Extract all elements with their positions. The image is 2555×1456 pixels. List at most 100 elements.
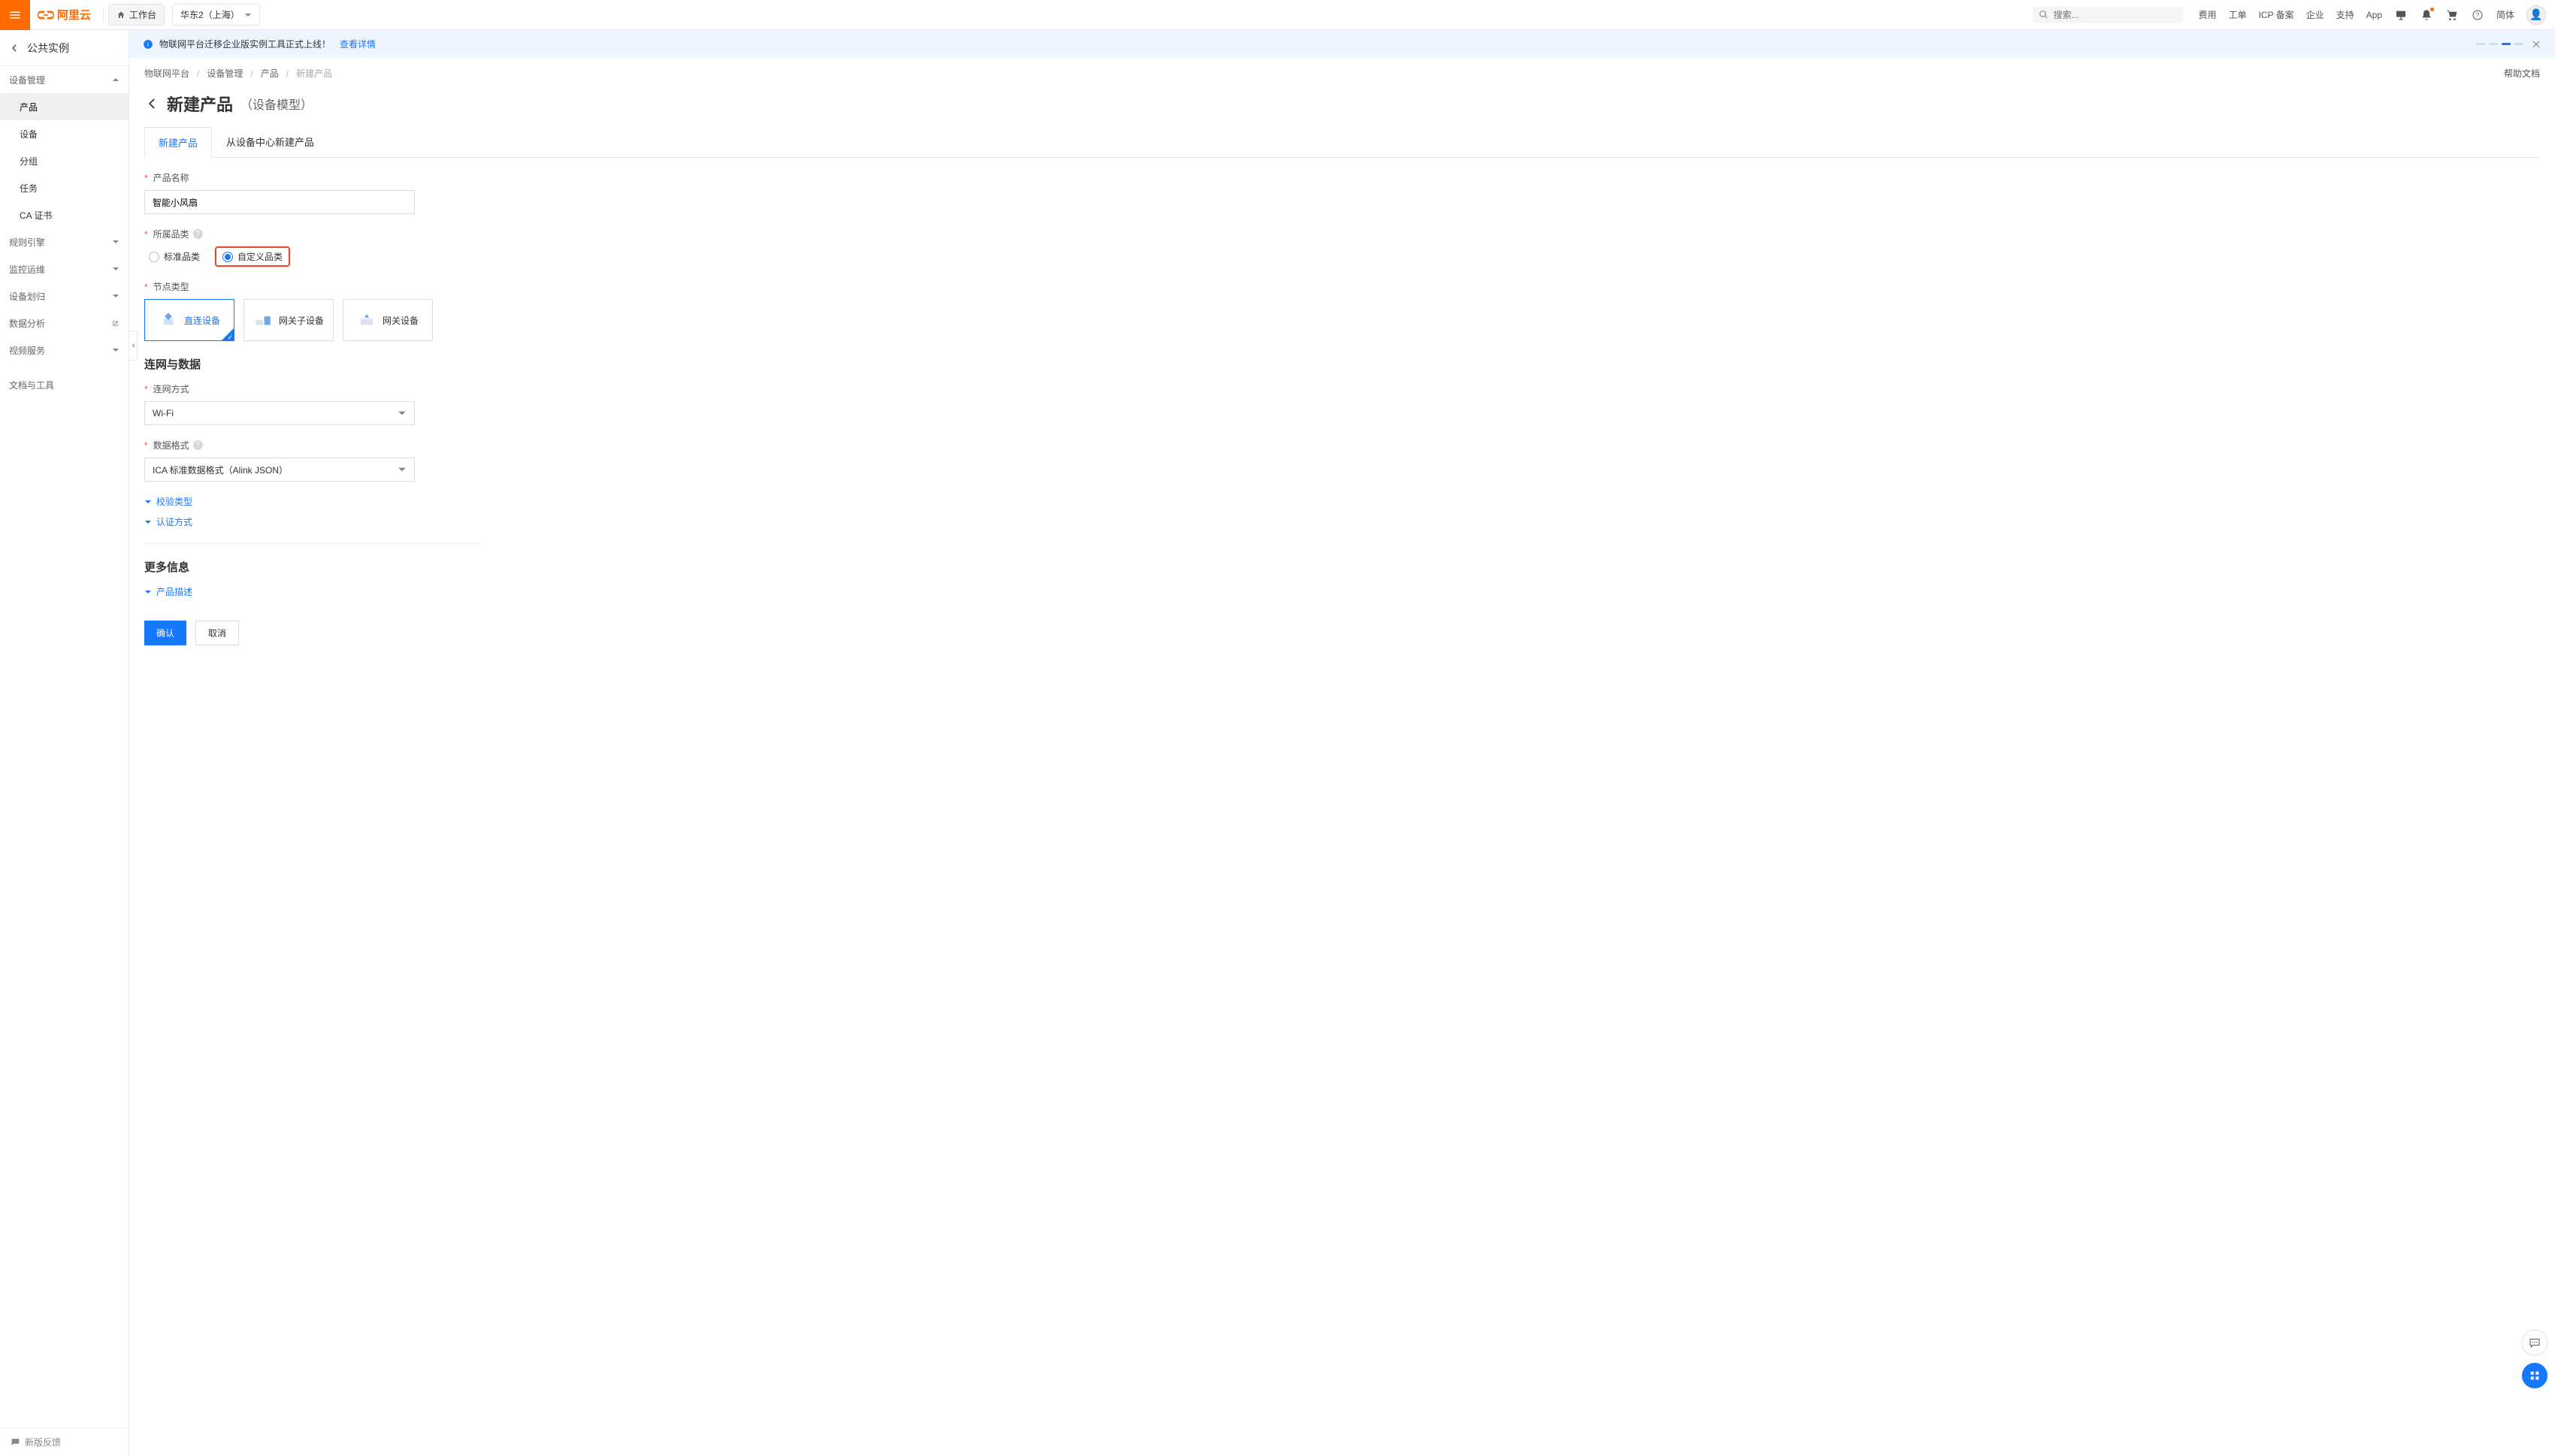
group-partition[interactable]: 设备划归	[0, 282, 129, 310]
arrow-left-icon	[9, 43, 20, 53]
confirm-button[interactable]: 确认	[144, 621, 186, 645]
bell-icon[interactable]	[2420, 8, 2433, 22]
cart-icon[interactable]	[2445, 8, 2459, 22]
screen-icon[interactable]	[2394, 8, 2408, 22]
announcement-banner: i 物联网平台迁移企业版实例工具正式上线！ 查看详情	[129, 30, 2555, 58]
nav-enterprise[interactable]: 企业	[2306, 8, 2324, 21]
cancel-button[interactable]: 取消	[195, 621, 239, 645]
floating-buttons	[2522, 1330, 2547, 1388]
tab-new-product[interactable]: 新建产品	[144, 127, 212, 158]
group-device-mgmt[interactable]: 设备管理	[0, 66, 129, 93]
sidebar-item-ca[interactable]: CA 证书	[0, 201, 129, 228]
float-chat-button[interactable]	[2522, 1330, 2547, 1355]
breadcrumb: 物联网平台/ 设备管理/ 产品/ 新建产品 帮助文档	[144, 67, 2540, 80]
search-box[interactable]	[2033, 7, 2183, 23]
chevron-left-icon	[130, 342, 136, 349]
chevron-down-icon	[144, 588, 152, 596]
help-icon[interactable]: ?	[193, 229, 203, 239]
product-name-label: 产品名称	[153, 171, 189, 184]
group-data-analysis[interactable]: 数据分析	[0, 310, 129, 337]
category-label: 所属品类	[153, 228, 189, 240]
chevron-up-icon	[112, 76, 119, 83]
chevron-down-icon	[112, 238, 119, 246]
network-select[interactable]: Wi-Fi	[144, 401, 415, 425]
home-icon	[116, 11, 125, 20]
expander-auth-type[interactable]: 认证方式	[144, 515, 482, 528]
help-docs-link[interactable]: 帮助文档	[2504, 67, 2540, 80]
node-card-direct[interactable]: 直连设备	[144, 299, 234, 341]
banner-text: 物联网平台迁移企业版实例工具正式上线！	[159, 38, 331, 50]
network-label: 连网方式	[153, 382, 189, 395]
group-docs[interactable]: 文档与工具	[0, 371, 129, 398]
svg-text:i: i	[147, 41, 149, 47]
expander-product-desc[interactable]: 产品描述	[144, 585, 2540, 598]
hamburger-menu[interactable]	[0, 0, 30, 30]
chevron-down-icon	[112, 346, 119, 354]
chevron-down-icon	[398, 409, 407, 418]
direct-device-icon	[159, 310, 178, 330]
workbench-button[interactable]: 工作台	[108, 4, 165, 26]
brand-logo[interactable]: 阿里云	[30, 7, 98, 23]
chevron-down-icon	[398, 465, 407, 474]
nav-icp[interactable]: ICP 备案	[2258, 8, 2293, 21]
float-apps-button[interactable]	[2522, 1363, 2547, 1388]
avatar[interactable]: 👤	[2526, 5, 2546, 25]
group-video[interactable]: 视频服务	[0, 337, 129, 364]
radio-standard-category[interactable]: 标准品类	[144, 247, 204, 266]
search-icon	[2039, 10, 2049, 20]
subdevice-icon	[253, 310, 273, 330]
chat-icon	[2529, 1337, 2541, 1349]
hamburger-icon	[8, 8, 22, 22]
lang-switch[interactable]: 简体	[2496, 8, 2514, 21]
nav-app[interactable]: App	[2366, 10, 2382, 20]
expander-verify-type[interactable]: 校验类型	[144, 495, 482, 508]
feedback-icon	[11, 1437, 20, 1447]
gateway-icon	[357, 310, 376, 330]
workbench-label: 工作台	[129, 8, 156, 21]
help-icon[interactable]: ?	[2471, 8, 2484, 22]
crumb-iot[interactable]: 物联网平台	[144, 67, 189, 80]
search-input[interactable]	[2053, 10, 2177, 20]
sidebar-item-device[interactable]: 设备	[0, 120, 129, 147]
close-icon[interactable]	[2531, 39, 2541, 50]
product-name-input[interactable]	[144, 190, 415, 214]
divider	[103, 8, 104, 22]
main: i 物联网平台迁移企业版实例工具正式上线！ 查看详情 物联网平台/ 设备管理/ …	[129, 30, 2555, 1456]
sidebar-item-task[interactable]: 任务	[0, 174, 129, 201]
radio-custom-category[interactable]: 自定义品类	[215, 246, 290, 267]
brand-text: 阿里云	[57, 7, 91, 23]
tab-from-device-center[interactable]: 从设备中心新建产品	[212, 126, 328, 157]
nav-ticket[interactable]: 工单	[2228, 8, 2246, 21]
sidebar-collapse-toggle[interactable]	[129, 331, 138, 361]
page-subtitle: （设备模型）	[240, 95, 313, 113]
external-link-icon	[111, 319, 119, 328]
crumb-device-mgmt[interactable]: 设备管理	[207, 67, 243, 80]
sidebar: 公共实例 设备管理 产品 设备 分组 任务 CA 证书 规则引擎 监控运维 设备…	[0, 30, 129, 1456]
nav-fee[interactable]: 费用	[2198, 8, 2216, 21]
region-value: 华东2（上海）	[180, 8, 240, 21]
node-card-subdevice[interactable]: 网关子设备	[243, 299, 334, 341]
chevron-down-icon	[144, 518, 152, 526]
group-rule-engine[interactable]: 规则引擎	[0, 228, 129, 255]
region-select[interactable]: 华东2（上海）	[172, 4, 260, 26]
back-button[interactable]	[144, 96, 159, 111]
page-title: 新建产品	[167, 92, 233, 116]
section-more-title: 更多信息	[144, 559, 2540, 575]
chevron-down-icon	[144, 498, 152, 506]
sidebar-item-product[interactable]: 产品	[0, 93, 129, 120]
svg-text:?: ?	[2476, 11, 2480, 18]
top-header: 阿里云 工作台 华东2（上海） 费用 工单 ICP 备案 企业 支持 App ?…	[0, 0, 2555, 30]
sidebar-item-group[interactable]: 分组	[0, 147, 129, 174]
section-network-title: 连网与数据	[144, 356, 482, 372]
help-icon[interactable]: ?	[193, 440, 203, 450]
crumb-product[interactable]: 产品	[261, 67, 279, 80]
sidebar-feedback[interactable]: 新版反馈	[0, 1427, 129, 1456]
banner-pagination[interactable]	[2476, 43, 2523, 45]
node-card-gateway[interactable]: 网关设备	[343, 299, 433, 341]
group-monitor[interactable]: 监控运维	[0, 255, 129, 282]
banner-link[interactable]: 查看详情	[340, 38, 376, 50]
aliyun-icon	[38, 9, 54, 21]
instance-back[interactable]: 公共实例	[0, 30, 129, 66]
data-format-select[interactable]: ICA 标准数据格式（Alink JSON）	[144, 458, 415, 482]
nav-support[interactable]: 支持	[2336, 8, 2354, 21]
